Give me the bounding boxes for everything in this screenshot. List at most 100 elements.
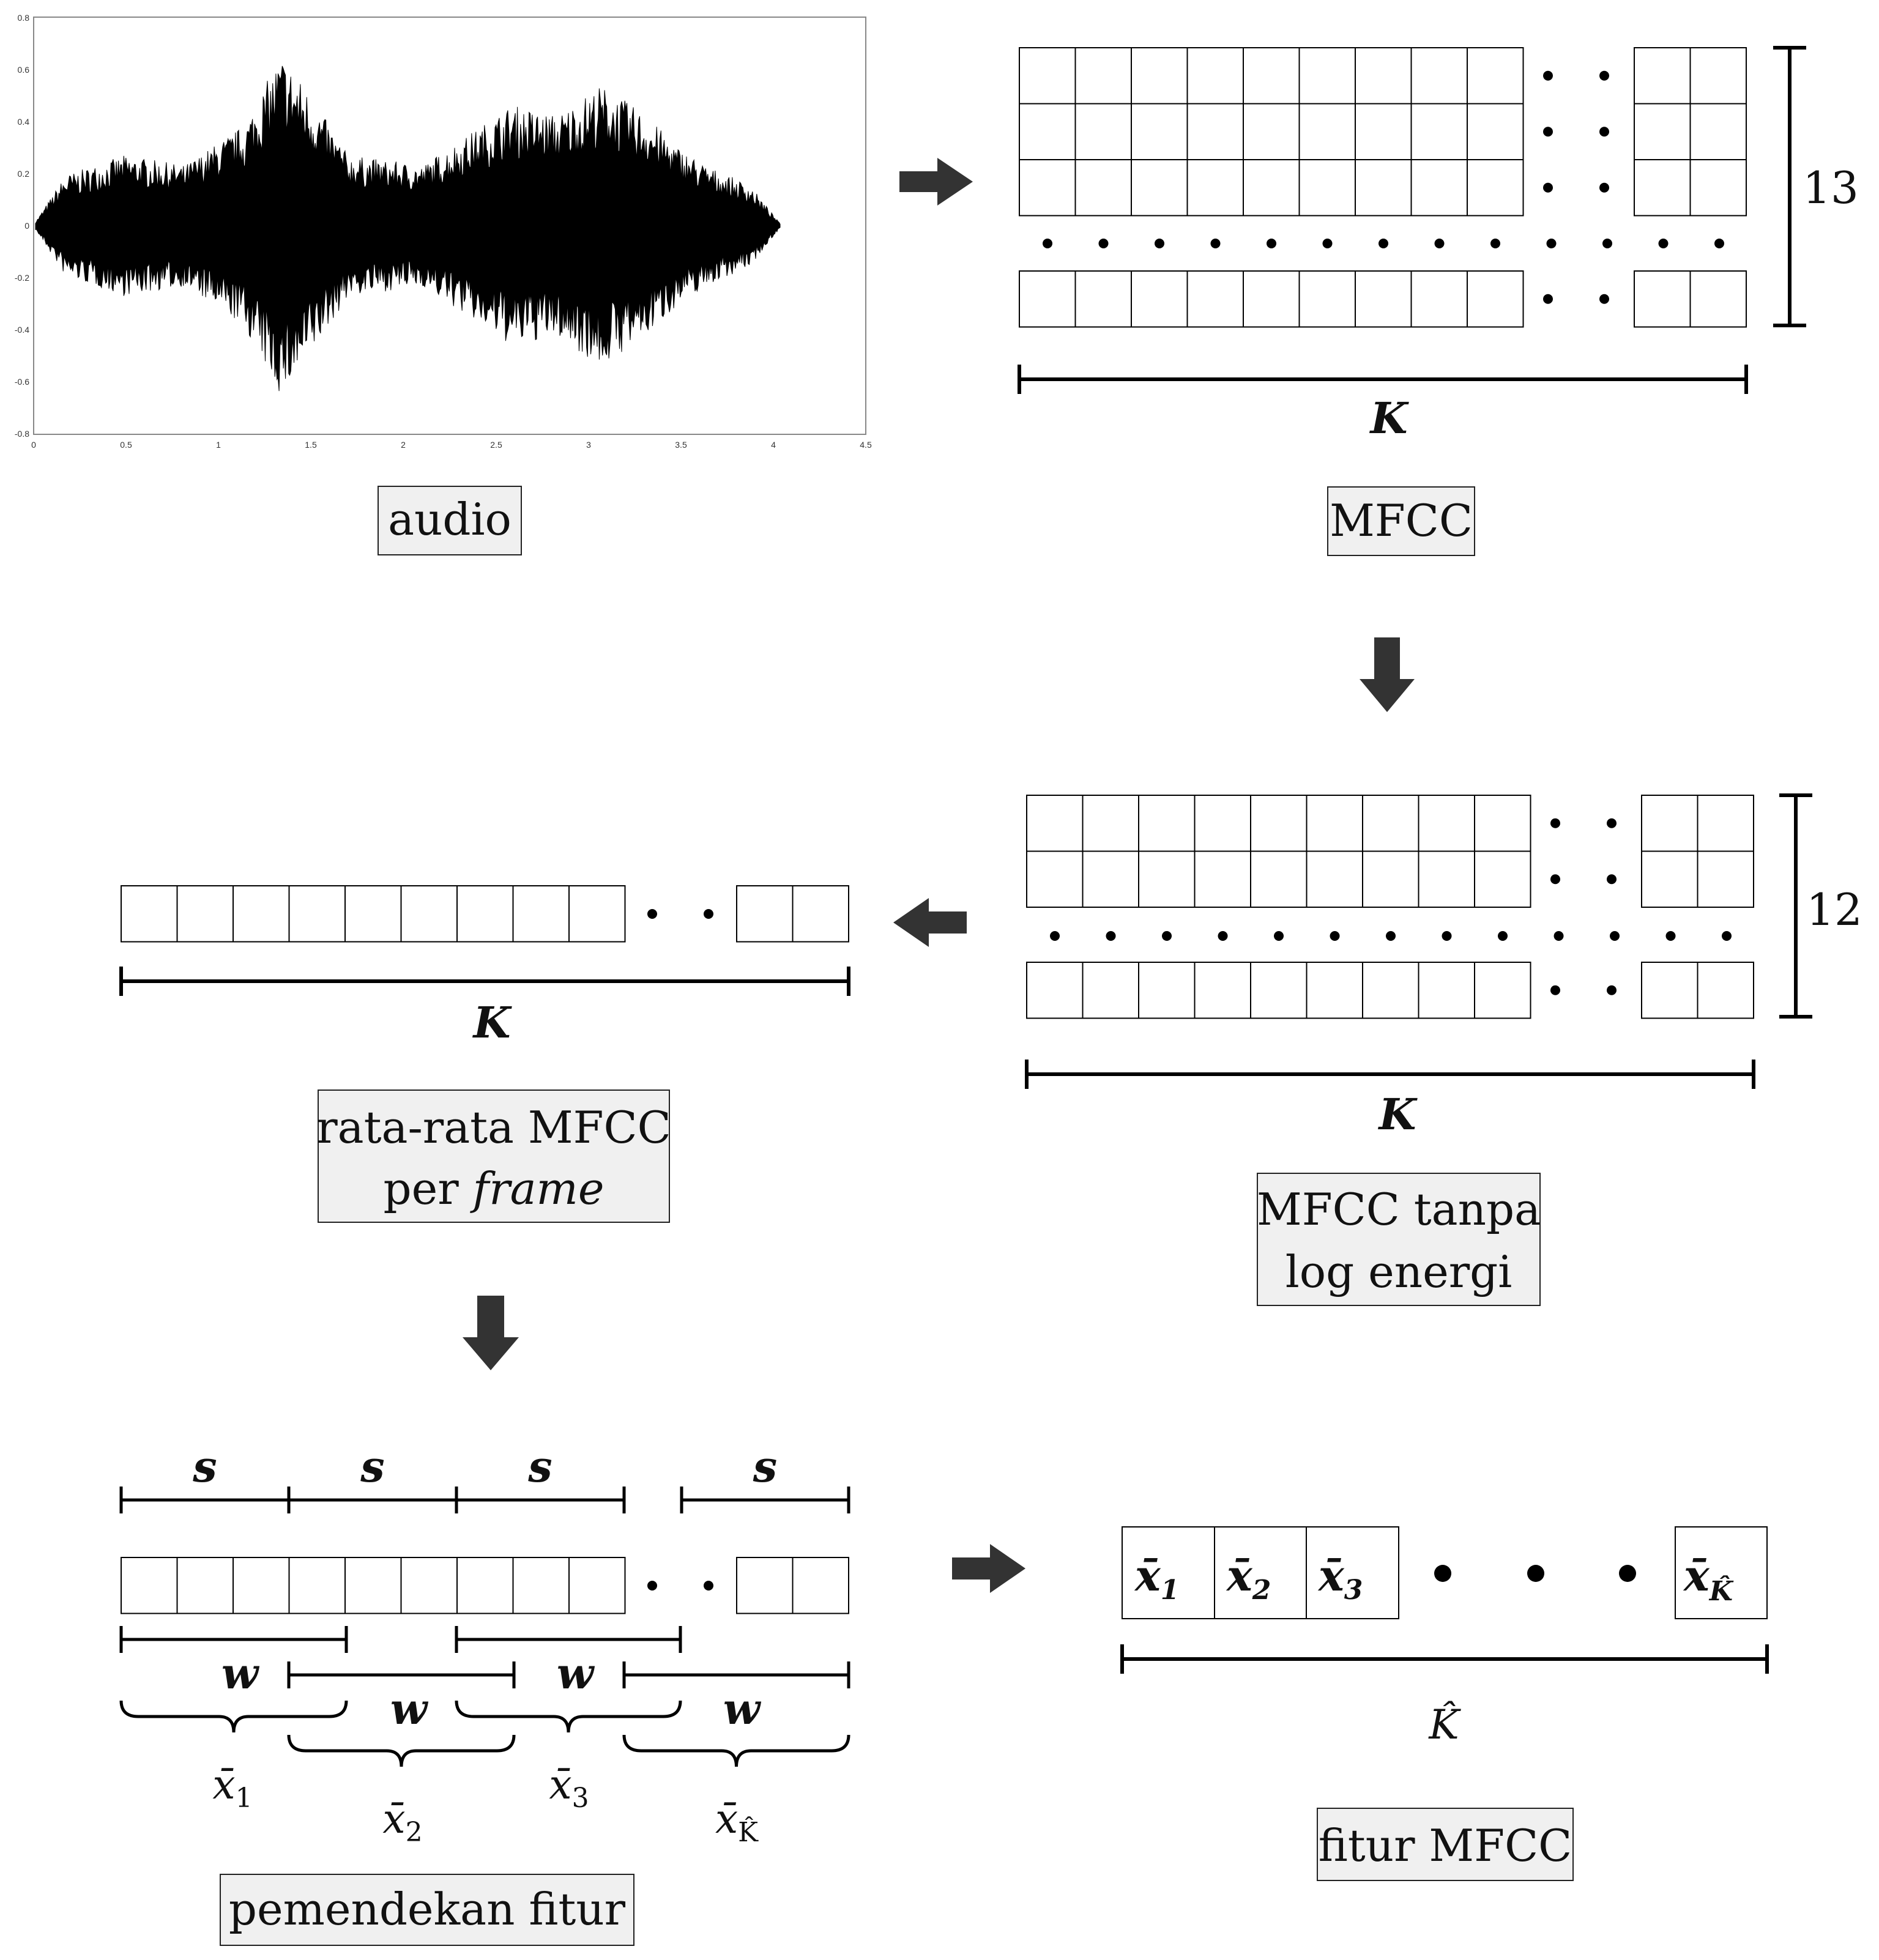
vector-cell <box>288 1557 346 1614</box>
matrix-cell <box>1074 103 1132 160</box>
ellipsis-dot <box>1274 931 1284 941</box>
vector-cell <box>400 1557 458 1614</box>
ellipsis-dot <box>1665 931 1676 941</box>
matrix-cell <box>1026 850 1084 908</box>
arrow-right-icon <box>899 158 973 206</box>
mfcc-label-box: MFCC <box>1327 486 1475 556</box>
ellipsis-dot <box>1434 1565 1451 1582</box>
matrix-cell <box>1306 795 1363 852</box>
matrix-cell <box>1467 270 1524 328</box>
ellipsis-dot <box>1658 239 1669 248</box>
feature-label-box: fitur MFCC <box>1317 1808 1574 1881</box>
vector-cell <box>568 885 626 943</box>
vector-cell <box>233 885 290 943</box>
matrix-cell <box>1026 795 1084 852</box>
ellipsis-dot <box>1607 818 1617 828</box>
vector-cell <box>176 885 234 943</box>
matrix-cell <box>1467 103 1524 160</box>
matrix-cell <box>1186 47 1244 105</box>
step-label: s <box>753 1441 777 1492</box>
shorten-label-box: pemendekan fitur <box>220 1874 634 1946</box>
matrix-cell <box>1697 850 1754 908</box>
matrix-cell <box>1243 103 1300 160</box>
x-tick: 0 <box>31 440 36 450</box>
matrix-cell <box>1689 159 1747 217</box>
vector-cell <box>512 1557 570 1614</box>
matrix-cell <box>1019 103 1076 160</box>
brace <box>455 1700 682 1733</box>
matrix-cell <box>1019 270 1076 328</box>
matrix-cell <box>1641 962 1699 1019</box>
ellipsis-dot <box>1550 818 1560 828</box>
vector-cell <box>792 885 849 943</box>
matrix-cell <box>1418 850 1475 908</box>
matrix-cell <box>1194 962 1251 1019</box>
ellipsis-dot <box>1599 182 1609 193</box>
vector-cell <box>121 885 178 943</box>
vector-cell <box>344 1557 402 1614</box>
matrix-cell <box>1689 103 1747 160</box>
matrix-cell <box>1355 103 1412 160</box>
feature-shortening: s s s s w w w w x̄1 x̄2 x̄3 x̄K̂ <box>119 1441 850 1848</box>
mean-symbol: x̄2 <box>382 1795 422 1848</box>
matrix-cell <box>1355 270 1412 328</box>
vector-cell <box>288 885 346 943</box>
brace <box>622 1734 850 1767</box>
matrix-cell <box>1131 159 1188 217</box>
ellipsis-dot <box>1602 239 1612 248</box>
x-tick: 3.5 <box>675 440 687 450</box>
ellipsis-dot <box>704 1581 713 1591</box>
window-label: w <box>390 1683 429 1734</box>
window-label: w <box>221 1648 260 1699</box>
matrix-cell <box>1362 962 1419 1019</box>
ellipsis-dot <box>1162 931 1172 941</box>
matrix-cell <box>1298 159 1356 217</box>
matrix-cell <box>1467 159 1524 217</box>
matrix-cell <box>1194 850 1251 908</box>
matrix-cell <box>1355 159 1412 217</box>
mfcc-cols-label: K <box>1369 393 1410 444</box>
mfcc-no-log-rows-label: 12 <box>1806 884 1862 935</box>
matrix-cell <box>1689 270 1747 328</box>
matrix-cell <box>1474 795 1531 852</box>
mean-symbol: x̄1 <box>212 1761 252 1814</box>
vector-cell <box>568 1557 626 1614</box>
brace <box>119 1700 348 1733</box>
feature-length-bracket: K̂ <box>1120 1644 1769 1748</box>
ellipsis-dot <box>1050 931 1060 941</box>
matrix-cell <box>1131 270 1188 328</box>
x-tick: 0.5 <box>120 440 132 450</box>
matrix-cell <box>1082 795 1139 852</box>
vector-cell <box>456 885 514 943</box>
matrix-cell <box>1019 159 1076 217</box>
matrix-cell <box>1410 103 1468 160</box>
ellipsis-dot <box>704 909 713 919</box>
matrix-cell <box>1138 850 1196 908</box>
ellipsis-dot <box>1386 931 1396 941</box>
vector-cell <box>456 1557 514 1614</box>
matrix-cell <box>1186 270 1244 328</box>
y-tick: -0.2 <box>15 273 29 283</box>
mfcc-no-log-matrix <box>1026 795 1754 1019</box>
matrix-cell <box>1074 270 1132 328</box>
matrix-cell <box>1186 159 1244 217</box>
ellipsis-dot <box>1619 1565 1636 1582</box>
y-tick: -0.6 <box>15 377 29 387</box>
matrix-cell <box>1641 795 1699 852</box>
matrix-cell <box>1410 270 1468 328</box>
feature-vector: x̄1 x̄2 x̄3 x̄K̂ <box>1122 1526 1768 1619</box>
ellipsis-dot <box>1599 127 1609 137</box>
vector-cell <box>736 885 794 943</box>
y-tick: 0.2 <box>18 169 30 179</box>
matrix-cell <box>1250 795 1308 852</box>
ellipsis-dot <box>1322 239 1333 248</box>
vector-cell <box>400 885 458 943</box>
avg-label-line1: rata-rata MFCC <box>316 1102 671 1153</box>
avg-label-prefix: per <box>384 1163 473 1214</box>
matrix-cell <box>1634 103 1691 160</box>
ellipsis-dot <box>647 1581 657 1591</box>
x-tick: 2.5 <box>490 440 502 450</box>
mfcc-rows-bracket: 13 <box>1773 46 1859 327</box>
avg-cols-bracket: K <box>119 967 850 1048</box>
matrix-cell <box>1641 850 1699 908</box>
